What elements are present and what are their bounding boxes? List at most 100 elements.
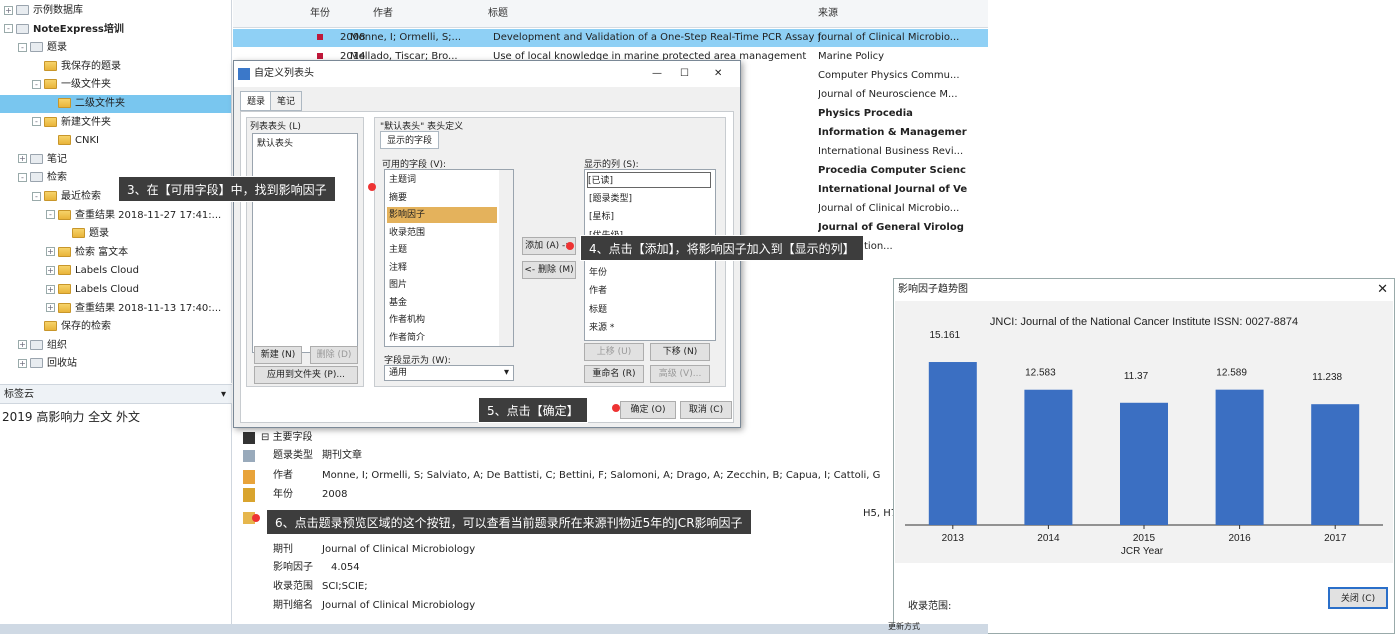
folder-icon xyxy=(44,321,57,332)
expander-icon[interactable]: + xyxy=(4,5,13,15)
expander-icon[interactable]: - xyxy=(46,210,55,220)
tree-item[interactable]: - NoteExpress培训 xyxy=(0,21,231,39)
column-header-year[interactable]: 年份 xyxy=(310,0,350,28)
ok-button[interactable]: 确定 (O) xyxy=(620,401,676,419)
shown-column-item[interactable]: [星标] xyxy=(589,209,614,225)
shown-column-item[interactable]: 标题 xyxy=(589,302,607,318)
expander-icon[interactable]: + xyxy=(46,284,55,294)
tree-item[interactable]: + 回收站 xyxy=(0,355,231,373)
field-key: 作者 xyxy=(273,470,293,481)
tab-notes[interactable]: 笔记 xyxy=(270,91,303,111)
available-field-item[interactable]: 摘要 xyxy=(389,190,499,206)
delete-button[interactable]: 删除 (D) xyxy=(310,346,358,364)
available-field-item[interactable]: 注释 xyxy=(389,260,499,276)
list-header-listbox[interactable]: 默认表头 xyxy=(252,133,358,353)
tree-item[interactable]: - 新建文件夹 xyxy=(0,114,231,132)
expander-icon[interactable]: - xyxy=(18,42,27,52)
close-icon[interactable]: ✕ xyxy=(714,61,722,87)
priority-marker-icon xyxy=(317,34,323,40)
tree-item[interactable]: + 组织 xyxy=(0,337,231,355)
available-field-item[interactable]: 主题 xyxy=(389,242,499,258)
dropdown-arrow-icon[interactable]: ▾ xyxy=(221,385,226,404)
shown-column-item[interactable]: 年份 xyxy=(589,265,607,281)
shown-column-item[interactable]: [题录类型] xyxy=(589,191,632,207)
cancel-button[interactable]: 取消 (C) xyxy=(680,401,732,419)
chevron-down-icon: ▾ xyxy=(503,367,509,378)
tree-item[interactable]: 二级文件夹 xyxy=(0,95,231,113)
tree-item[interactable]: + 查重结果 2018-11-13 17:40:... xyxy=(0,300,231,318)
available-field-item[interactable]: 作者机构 xyxy=(389,312,499,328)
remove-button[interactable]: <- 删除 (M) xyxy=(522,261,576,279)
display-as-select[interactable]: 通用 ▾ xyxy=(384,365,514,381)
list-header-item[interactable]: 默认表头 xyxy=(257,136,293,152)
move-down-button[interactable]: 下移 (N) xyxy=(650,343,710,361)
preview-toolbar-icon[interactable] xyxy=(243,432,255,444)
tree-item[interactable]: - 查重结果 2018-11-27 17:41:... xyxy=(0,207,231,225)
column-header-title[interactable]: 标题 xyxy=(488,0,588,28)
expander-icon[interactable]: - xyxy=(4,24,13,34)
expander-icon[interactable]: + xyxy=(46,303,55,313)
tab-shown-fields[interactable]: 显示的字段 xyxy=(380,131,440,149)
tick-label: 2016 xyxy=(1228,533,1251,544)
tab-references[interactable]: 题录 xyxy=(240,91,273,111)
column-header-source[interactable]: 来源 xyxy=(818,0,918,28)
callout-step-3: 3、在【可用字段】中，找到影响因子 xyxy=(118,176,336,202)
tick-label: 2017 xyxy=(1324,533,1347,544)
folder-icon xyxy=(44,191,57,201)
tree-item[interactable]: + Labels Cloud xyxy=(0,262,231,280)
tree-item[interactable]: 我保存的题录 xyxy=(0,58,231,76)
tag-cloud-text[interactable]: 2019 高影响力 全文 外文 xyxy=(2,408,140,425)
shown-column-item[interactable]: [已读] xyxy=(587,172,711,188)
tree-item[interactable]: 保存的检索 xyxy=(0,318,231,336)
expander-icon[interactable]: + xyxy=(18,340,27,350)
data-label: 11.238 xyxy=(1312,372,1342,383)
coverage-label: 收录范围: xyxy=(908,601,952,612)
folder-icon xyxy=(58,302,71,313)
column-header-author[interactable]: 作者 xyxy=(373,0,473,28)
expander-icon[interactable]: + xyxy=(46,247,55,257)
available-field-item[interactable]: 收录范围 xyxy=(389,225,499,241)
scrollbar[interactable] xyxy=(499,170,513,346)
expander-icon[interactable]: - xyxy=(32,117,41,127)
advanced-button[interactable]: 高级 (V)... xyxy=(650,365,710,383)
close-icon[interactable]: ✕ xyxy=(1377,279,1388,301)
tree-item[interactable]: - 一级文件夹 xyxy=(0,76,231,94)
tree-item[interactable]: + Labels Cloud xyxy=(0,281,231,299)
table-row[interactable]: 2008 Monne, I; Ormelli, S;... Development … xyxy=(233,29,988,47)
list-header-label: 列表表头 (L) xyxy=(250,122,301,132)
expander-icon[interactable]: - xyxy=(18,172,27,182)
available-field-item[interactable]: 影响因子 xyxy=(387,207,497,223)
impact-factor-chart: JNCI: Journal of the National Cancer Ins… xyxy=(905,316,1383,557)
expander-icon[interactable]: - xyxy=(32,79,41,89)
tree-item[interactable]: 题录 xyxy=(0,225,231,243)
preview-field-row: 作者 Monne, I; Ormelli, S; Salviato, A; De … xyxy=(233,466,988,486)
available-field-item[interactable]: 图片 xyxy=(389,277,499,293)
available-field-item[interactable]: 主题词 xyxy=(389,172,499,188)
tree-item[interactable]: + 检索 富文本 xyxy=(0,244,231,262)
available-fields-listbox[interactable]: 主题词摘要 影响因子收录范围 主题注释 图片基金 作者机构作者简介 xyxy=(384,169,514,347)
new-button[interactable]: 新建 (N) xyxy=(254,346,302,364)
close-button[interactable]: 关闭 (C) xyxy=(1328,587,1388,609)
chart-window-title: 影响因子趋势图 xyxy=(898,284,968,295)
tree-item[interactable]: + 示例数据库 xyxy=(0,2,231,20)
expander-icon[interactable]: + xyxy=(18,154,27,164)
data-label: 11.37 xyxy=(1124,371,1149,382)
available-field-item[interactable]: 作者简介 xyxy=(389,330,499,346)
rename-button[interactable]: 重命名 (R) xyxy=(584,365,644,383)
minimize-icon[interactable]: — xyxy=(652,61,662,87)
move-up-button[interactable]: 上移 (U) xyxy=(584,343,644,361)
tree-item[interactable]: + 笔记 xyxy=(0,151,231,169)
tree-item[interactable]: - 题录 xyxy=(0,39,231,57)
shown-column-item[interactable]: 来源 * xyxy=(589,320,614,336)
db-icon xyxy=(16,5,29,15)
tree-item-label: 查重结果 2018-11-13 17:40:... xyxy=(75,302,222,314)
available-field-item[interactable]: 基金 xyxy=(389,295,499,311)
expander-icon[interactable]: - xyxy=(32,191,41,201)
expander-icon[interactable]: + xyxy=(18,358,27,368)
expander-icon[interactable]: + xyxy=(46,265,55,275)
cell-source: Journal of Neuroscience M... xyxy=(818,89,958,100)
maximize-icon[interactable]: ☐ xyxy=(680,61,689,87)
shown-column-item[interactable]: 作者 xyxy=(589,283,607,299)
tree-item[interactable]: CNKI xyxy=(0,132,231,150)
apply-to-folder-button[interactable]: 应用到文件夹 (P)... xyxy=(254,366,358,384)
